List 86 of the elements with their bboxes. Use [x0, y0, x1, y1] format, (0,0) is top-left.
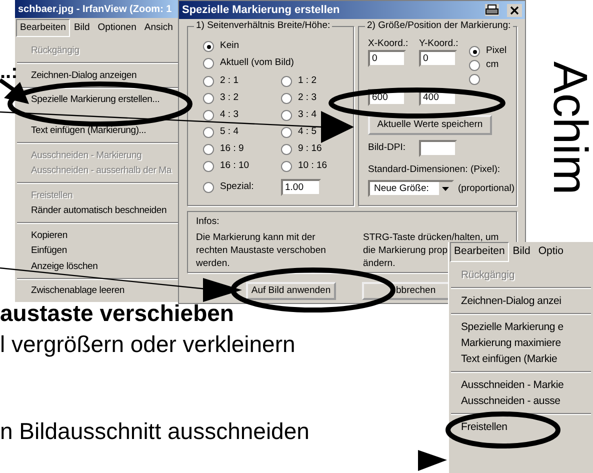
info-text: STRG-Taste drücken/halten, um: [363, 231, 499, 244]
menu-item[interactable]: Freistellen: [461, 419, 508, 435]
size-dropdown[interactable]: Neue Größe:: [368, 180, 454, 198]
radio-button[interactable]: [469, 74, 480, 84]
radio-label: cm: [486, 58, 499, 72]
radio-button[interactable]: [281, 144, 292, 155]
radio-button[interactable]: [469, 60, 480, 70]
info-text: die Markierung prop: [363, 244, 448, 257]
printer-icon[interactable]: [485, 4, 499, 16]
dialog-button[interactable]: Auf Bild anwenden: [246, 282, 336, 300]
dialog-title: Spezielle Markierung erstellen: [182, 2, 340, 18]
radio-label: 3 : 2: [220, 91, 238, 106]
side-text: Achim: [545, 60, 593, 197]
y-field[interactable]: 0: [419, 50, 457, 67]
radio-button[interactable]: [203, 76, 214, 87]
radio-label: 1 : 2: [298, 74, 316, 88]
menu-bar-item[interactable]: Optionen: [94, 18, 140, 38]
close-icon[interactable]: [507, 4, 522, 16]
field-label: X-Koord.:: [368, 38, 410, 50]
radio-button[interactable]: [281, 93, 292, 104]
menu-item[interactable]: Ränder automatisch beschneiden: [31, 203, 167, 218]
radio-button[interactable]: [203, 127, 214, 138]
radio-label: 16 : 10: [220, 159, 250, 174]
menu-item[interactable]: Einfügen: [31, 243, 67, 258]
caption-text: n Bildausschnitt ausschneiden: [0, 420, 310, 443]
pointer-arrow: [418, 450, 447, 471]
radio-label: Pixel: [486, 44, 507, 58]
menu-item[interactable]: Ausschneiden - ausse: [461, 393, 560, 409]
menu-item[interactable]: Markierung maximiere: [461, 335, 561, 351]
radio-button[interactable]: [469, 46, 480, 56]
leader-text: ..:: [0, 62, 18, 82]
radio-label: Spezial:: [220, 180, 254, 194]
caption-text: l vergrößern oder verkleinern: [0, 333, 296, 356]
menu-item[interactable]: Text einfügen (Markie: [461, 351, 558, 367]
radio-button[interactable]: [203, 161, 214, 172]
menu-bar-item[interactable]: Bild: [508, 242, 534, 262]
radio-label: 5 : 4: [220, 125, 238, 140]
radio-label: 10 : 16: [298, 159, 328, 174]
x-field[interactable]: 0: [368, 50, 406, 67]
menu-item[interactable]: Kopieren: [31, 228, 68, 243]
radio-button[interactable]: [203, 110, 214, 121]
menu-item[interactable]: Zeichnen-Dialog anzei: [461, 293, 562, 309]
radio-label: 9 : 16: [298, 142, 322, 156]
radio-button[interactable]: [281, 127, 292, 138]
info-heading: Infos:: [196, 215, 220, 228]
radio-button[interactable]: [203, 41, 214, 52]
group-label: 2) Größe/Position der Markierung:: [365, 20, 513, 32]
menu-item[interactable]: Spezielle Markierung erstellen...: [31, 92, 160, 108]
menu-item[interactable]: Zeichnen-Dialog anzeigen: [31, 68, 137, 83]
dpi-field[interactable]: [419, 140, 457, 157]
radio-label: 2 : 1: [220, 74, 238, 88]
menu-item[interactable]: Zwischenablage leeren: [31, 283, 124, 298]
ratio-field[interactable]: 1.00: [281, 179, 321, 196]
menu-bar-item[interactable]: Optio: [534, 242, 568, 262]
group-label: 1) Seitenverhältnis Breite/Höhe:: [194, 20, 332, 32]
radio-label: 4 : 3: [220, 108, 238, 122]
radio-label: 4 : 5: [298, 125, 316, 140]
window-title: schbaer.jpg - IrfanView (Zoom: 1: [18, 2, 172, 16]
info-text: Die Markierung kann mit der rechten Maustaste verschoben werden.: [196, 231, 327, 270]
radio-button[interactable]: [281, 110, 292, 121]
menu-item[interactable]: Text einfügen (Markierung)...: [31, 123, 146, 138]
radio-label: 3 : 4: [298, 108, 316, 122]
radio-button[interactable]: [203, 182, 214, 193]
radio-button[interactable]: [203, 58, 214, 69]
menu-item[interactable]: Anzeige löschen: [31, 258, 98, 274]
radio-label: Aktuell (vom Bild): [220, 56, 294, 70]
radio-button[interactable]: [281, 161, 292, 172]
menu-bar-item[interactable]: Ansich: [140, 18, 177, 38]
radio-button[interactable]: [203, 93, 214, 104]
radio-button[interactable]: [281, 76, 292, 87]
caption-text: austaste verschieben: [0, 302, 234, 325]
pointer-arrow: [0, 78, 29, 104]
hint-text: (proportional): [458, 182, 514, 196]
radio-label: 2 : 3: [298, 91, 316, 106]
field-label: Bild-DPI:: [368, 141, 406, 156]
radio-label: 16 : 9: [220, 142, 244, 156]
menu-bar-item[interactable]: Bearbeiten: [16, 18, 70, 38]
menu-bar-item[interactable]: Bild: [70, 18, 94, 38]
field-label: Y-Koord.:: [419, 38, 460, 50]
field-label: Standard-Dimensionen: (Pixel):: [368, 163, 502, 177]
menu-bar-item[interactable]: Bearbeiten: [450, 242, 509, 262]
info-text: ändern.: [363, 257, 396, 270]
radio-label: Kein: [220, 39, 240, 54]
radio-button[interactable]: [203, 144, 214, 155]
menu-item[interactable]: Ausschneiden - Markie: [461, 377, 564, 393]
menu-item[interactable]: Spezielle Markierung e: [461, 319, 564, 335]
